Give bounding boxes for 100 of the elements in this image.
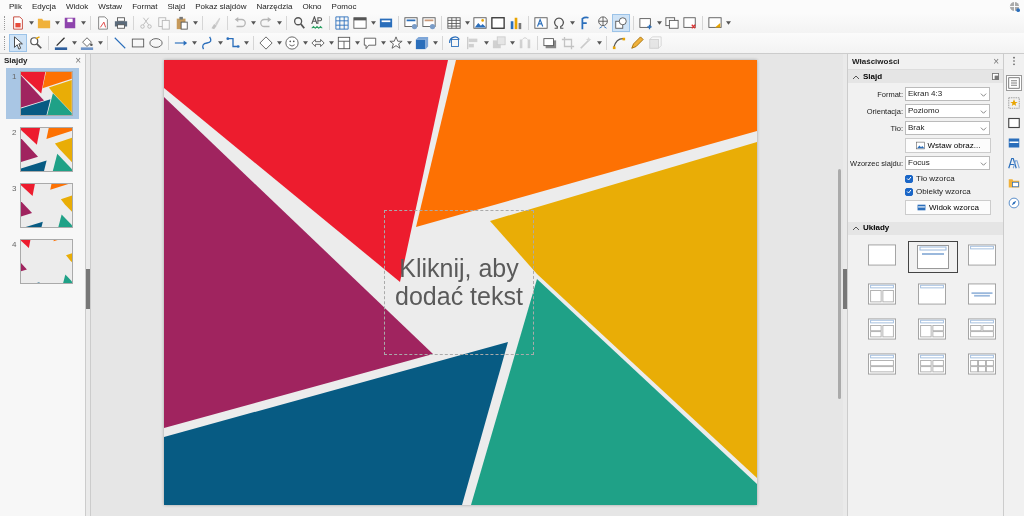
table-button[interactable] [445,14,463,32]
caret-icon [54,21,60,25]
cursor-button[interactable] [9,34,27,52]
menu-item[interactable]: Plik [4,0,27,13]
scrollbar-thumb[interactable] [838,169,841,399]
star-button[interactable] [387,34,405,52]
shapes-icon [614,16,628,30]
menu-item[interactable]: Wstaw [93,0,128,13]
new-slide-icon [639,16,653,30]
splitter-handle[interactable] [86,269,90,309]
menu-item[interactable]: Format [127,0,163,13]
printer-icon [114,16,128,30]
spelling-icon [310,16,324,30]
search-icon [292,16,306,30]
slide-thumbnail-row[interactable]: 2 [6,124,79,175]
layout-icon [868,351,896,376]
caret-icon [328,41,334,45]
image-button[interactable] [471,14,489,32]
slide-number: 4 [12,239,18,251]
menu-item[interactable]: Narzędzia [251,0,298,13]
printer-button[interactable] [112,14,130,32]
cursor-icon [11,36,25,50]
slide-icon [917,203,927,213]
window-icon [353,16,367,30]
redo-icon [259,16,273,30]
image-icon [473,16,487,30]
slide-thumbnail-row[interactable]: 3 [6,180,79,231]
delete-slide-icon [683,16,697,30]
slide-thumbnail [20,127,73,172]
layout-icon [968,281,996,306]
bar-chart-icon [509,16,523,30]
omega-icon [552,16,566,30]
master-view-button[interactable]: Widok wzorca [905,200,991,216]
caret-icon [243,41,249,45]
checkbox[interactable] [905,174,913,183]
wand-icon [579,36,593,50]
dropdown-field[interactable]: Brak [905,121,990,136]
dropdown-field[interactable]: Ekran 4:3 [905,87,990,102]
frame-button[interactable] [489,14,507,32]
duplicate-button[interactable] [663,14,681,32]
grid-icon [335,16,349,30]
flowchart-button[interactable] [335,34,353,52]
frame-icon [491,16,505,30]
screen-button[interactable] [420,14,438,32]
menu-item[interactable]: Edycja [26,0,61,13]
sliders-icon [1008,76,1020,89]
caret-icon [191,41,197,45]
slide-number: 3 [12,183,18,195]
dropdown-field[interactable]: Focus [905,156,990,171]
menu-item[interactable]: Okno [297,0,327,13]
slide-thumbnail-row[interactable]: 4 [6,236,79,287]
slide-thumbnail [20,71,73,116]
menu-item[interactable]: Widok [60,0,94,13]
shapes-button[interactable] [612,14,630,32]
checkbox-label: Tło wzorca [916,172,955,185]
clipboard-icon [175,16,189,30]
cube-button[interactable] [413,34,431,52]
smiley-button[interactable] [283,34,301,52]
undo-icon [233,16,247,30]
menu-item[interactable]: Slajd [162,0,191,13]
caret-icon [569,21,575,25]
layout-option[interactable] [908,240,958,273]
screen-icon [422,16,436,30]
section-header[interactable]: Slajd [852,70,883,83]
close-button[interactable]: × [75,56,81,66]
window-button[interactable] [351,14,369,32]
image-icon [915,141,925,151]
folder-icon [37,16,51,30]
connector-icon [226,36,240,50]
menu-item[interactable]: Pokaz slajdów [190,0,252,13]
chevron-icon [980,90,987,98]
dropdown-field[interactable]: Poziomo [905,104,990,119]
speech-bubble-icon [363,36,377,50]
caret-icon [596,41,602,45]
rotate-icon [448,36,462,50]
globe-icon [596,16,610,30]
layout-icon [917,244,949,269]
caret-icon [509,41,515,45]
caret-icon [406,41,412,45]
insert-image-button[interactable]: Wstaw obraz... [905,138,991,154]
text-box-button[interactable] [532,14,550,32]
more-options-button[interactable] [992,73,999,80]
layout-icon [968,242,996,267]
slide-thumbnail-row[interactable]: 1 [6,68,79,119]
menu-item[interactable]: Pomoc [326,0,362,13]
smiley-icon [285,36,299,50]
star-icon [389,36,403,50]
paint-bucket-button[interactable] [78,34,96,52]
grid-button[interactable] [333,14,351,32]
close-button[interactable]: × [993,56,999,67]
layout-icon [868,316,896,341]
caret-icon [354,41,360,45]
splitter-handle[interactable] [843,269,847,309]
slide-thumbnail [20,183,73,228]
caret-icon [250,21,256,25]
diamond-button[interactable] [257,34,275,52]
layout-icon [968,351,996,376]
zoom-button[interactable] [27,34,45,52]
screen-button[interactable] [402,14,420,32]
checkbox[interactable] [905,187,913,196]
